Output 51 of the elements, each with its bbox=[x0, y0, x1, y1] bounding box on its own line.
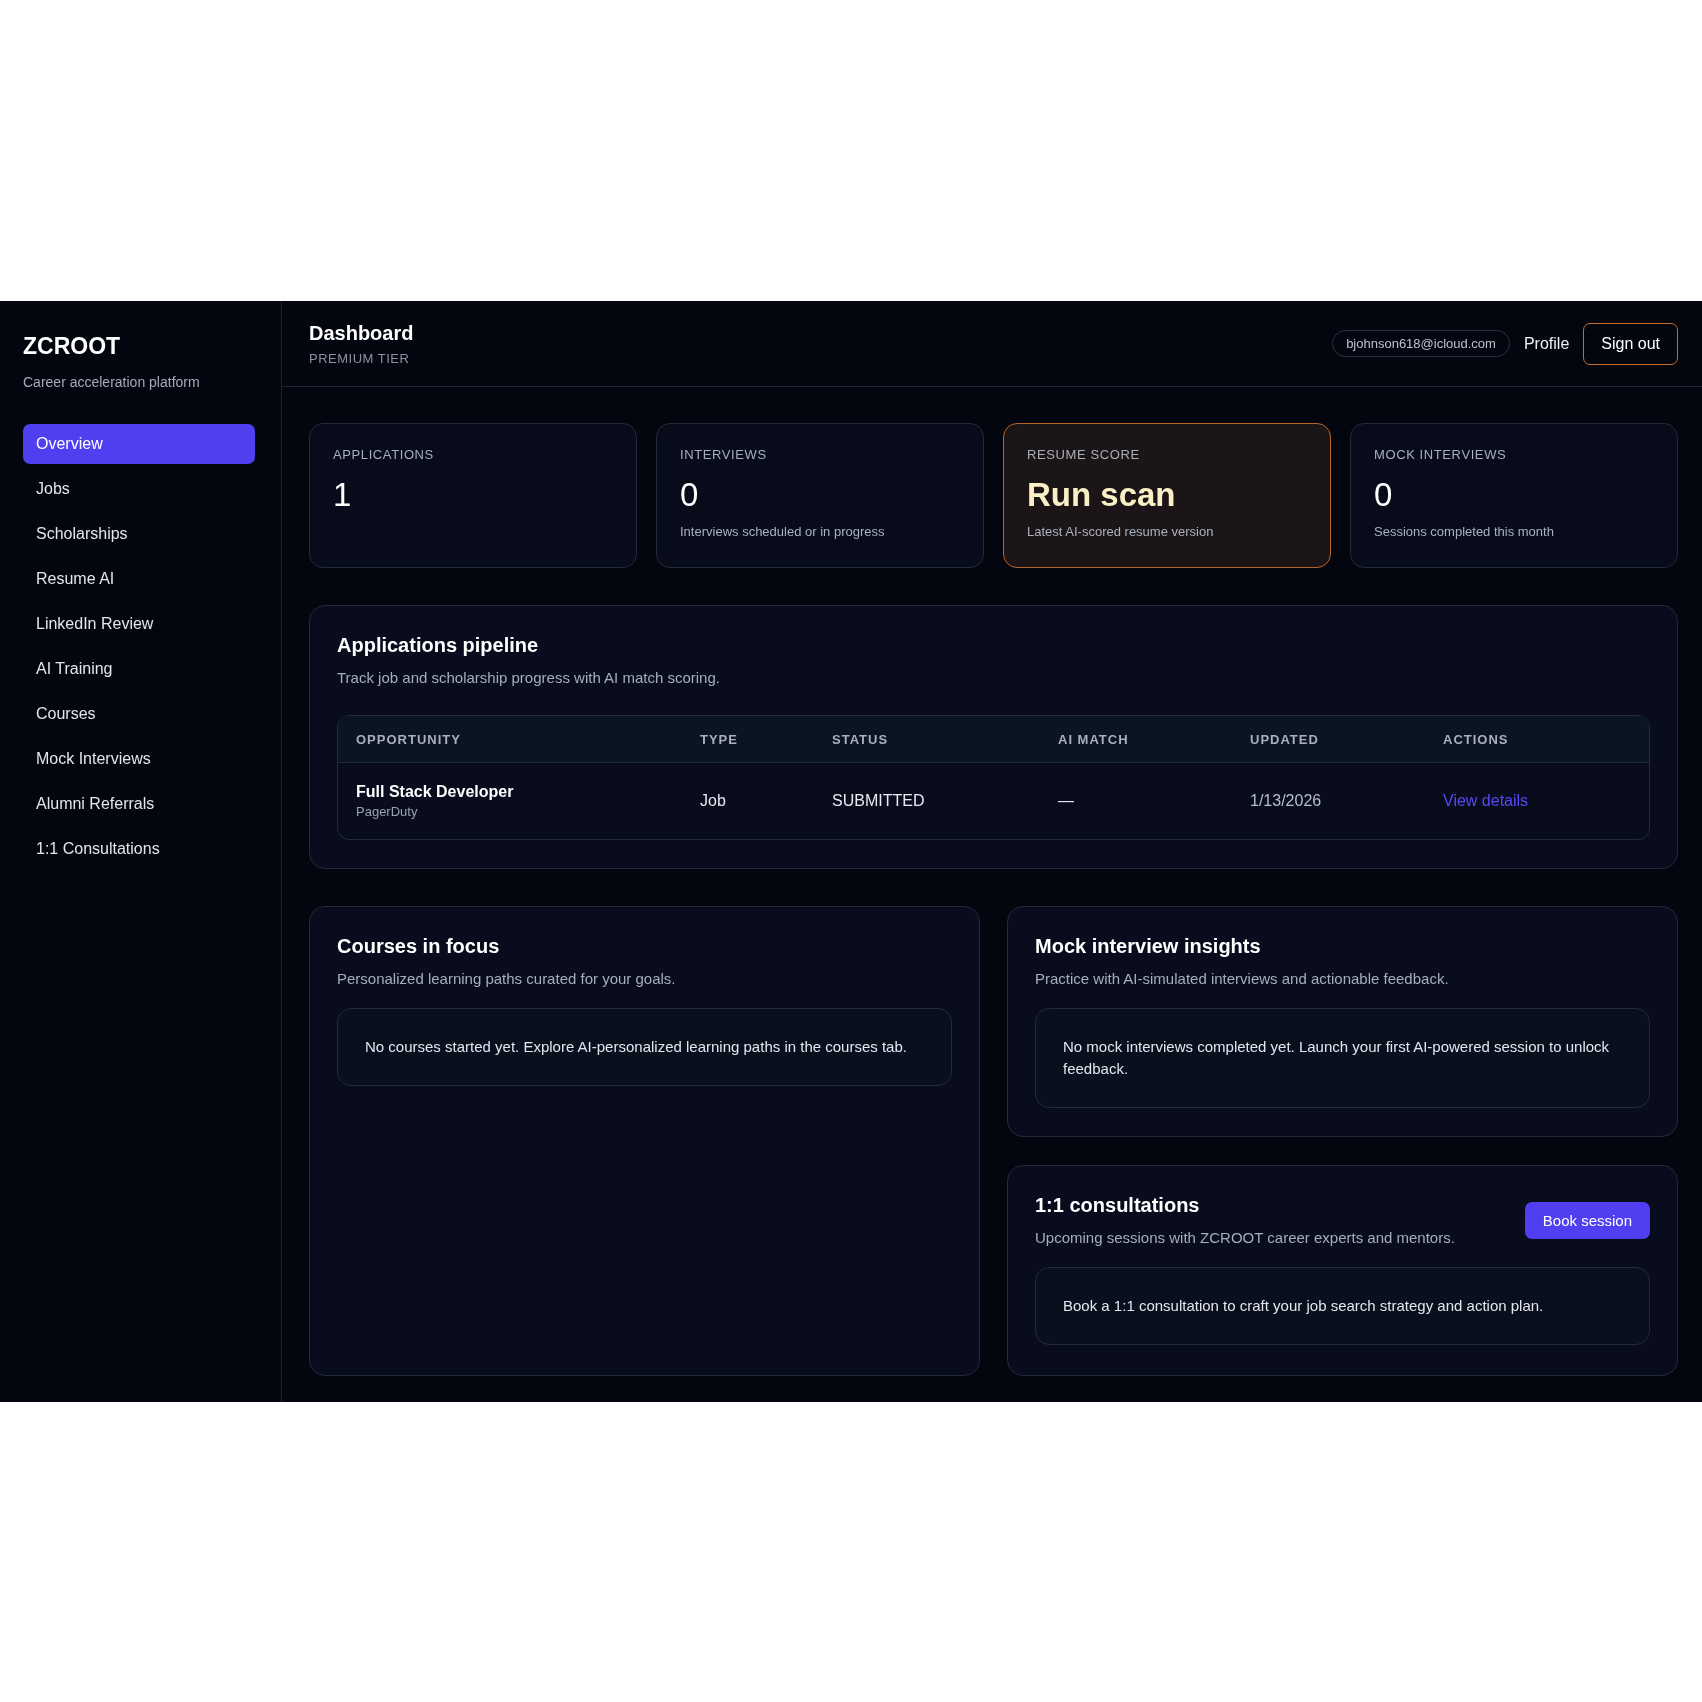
sidebar-item[interactable]: AI Training bbox=[23, 649, 255, 689]
opportunity-title: Full Stack Developer bbox=[356, 783, 515, 801]
sidebar-item[interactable]: LinkedIn Review bbox=[23, 604, 255, 644]
stat-label: MOCK INTERVIEWS bbox=[1374, 447, 1508, 462]
stat-label: INTERVIEWS bbox=[680, 447, 768, 462]
sidebar-item[interactable]: Resume AI bbox=[23, 559, 255, 599]
brand-logo: ZCROOT bbox=[23, 333, 122, 360]
sidebar-item[interactable]: Scholarships bbox=[23, 514, 255, 554]
card-title: Applications pipeline bbox=[337, 634, 540, 657]
sign-out-button[interactable]: Sign out bbox=[1583, 322, 1678, 365]
card-subtitle: Upcoming sessions with ZCROOT career experts and mentors. bbox=[1035, 1229, 1455, 1246]
column-header: UPDATED bbox=[1250, 731, 1320, 747]
table-cell-text: 1/13/2026 bbox=[1250, 792, 1323, 810]
brand-tagline: Career acceleration platform bbox=[23, 374, 201, 390]
column-header: TYPE bbox=[700, 731, 739, 747]
sidebar-item[interactable]: Overview bbox=[23, 424, 255, 464]
book-session-button[interactable]: Book session bbox=[1524, 1202, 1650, 1239]
column-header: OPPORTUNITY bbox=[356, 731, 462, 747]
company-name: PagerDuty bbox=[356, 804, 419, 819]
tier-label: PREMIUM TIER bbox=[309, 350, 411, 366]
sidebar-item[interactable]: Jobs bbox=[23, 469, 255, 509]
card-title: Mock interview insights bbox=[1035, 935, 1262, 958]
card-subtitle: Personalized learning paths curated for your goals. bbox=[337, 970, 677, 987]
column-header: STATUS bbox=[832, 731, 890, 747]
card-title: Courses in focus bbox=[337, 935, 501, 958]
sidebar-item[interactable]: Alumni Referrals bbox=[23, 784, 255, 824]
stat-label: RESUME SCORE bbox=[1027, 447, 1141, 462]
status-cell-text: SUBMITTED bbox=[832, 792, 926, 810]
table-cell-text: Job bbox=[700, 792, 727, 810]
column-header: AI MATCH bbox=[1058, 731, 1130, 747]
sidebar-item[interactable]: 1:1 Consultations bbox=[23, 829, 255, 869]
stat-note: Latest AI-scored resume version bbox=[1027, 524, 1215, 539]
empty-state-message: Book a 1:1 consultation to craft your job search strategy and action plan. bbox=[1035, 1267, 1650, 1345]
card-subtitle: Track job and scholarship progress with AI match scoring. bbox=[337, 669, 721, 686]
empty-state-message: No courses started yet. Explore AI-personalized learning paths in the courses tab. bbox=[337, 1008, 952, 1086]
stat-note: Interviews scheduled or in progress bbox=[680, 524, 886, 539]
card-title: 1:1 consultations bbox=[1035, 1194, 1201, 1217]
page-title: Dashboard bbox=[309, 321, 414, 345]
card-subtitle: Practice with AI-simulated interviews and actionable feedback. bbox=[1035, 970, 1450, 987]
stat-value: 0 bbox=[1374, 476, 1394, 514]
stat-value: 1 bbox=[333, 476, 353, 514]
profile-link[interactable]: Profile bbox=[1523, 334, 1570, 353]
stat-label: APPLICATIONS bbox=[333, 447, 435, 462]
table-cell-text: — bbox=[1058, 792, 1075, 810]
sidebar-item[interactable]: Mock Interviews bbox=[23, 739, 255, 779]
stat-value: 0 bbox=[680, 476, 700, 514]
stat-note: Sessions completed this month bbox=[1374, 524, 1555, 539]
sidebar-item[interactable]: Courses bbox=[23, 694, 255, 734]
stat-value: Run scan bbox=[1027, 476, 1177, 514]
empty-state-message: No mock interviews completed yet. Launch your first AI-powered session to unlock feedback. bbox=[1035, 1008, 1650, 1108]
column-header: ACTIONS bbox=[1443, 731, 1510, 747]
